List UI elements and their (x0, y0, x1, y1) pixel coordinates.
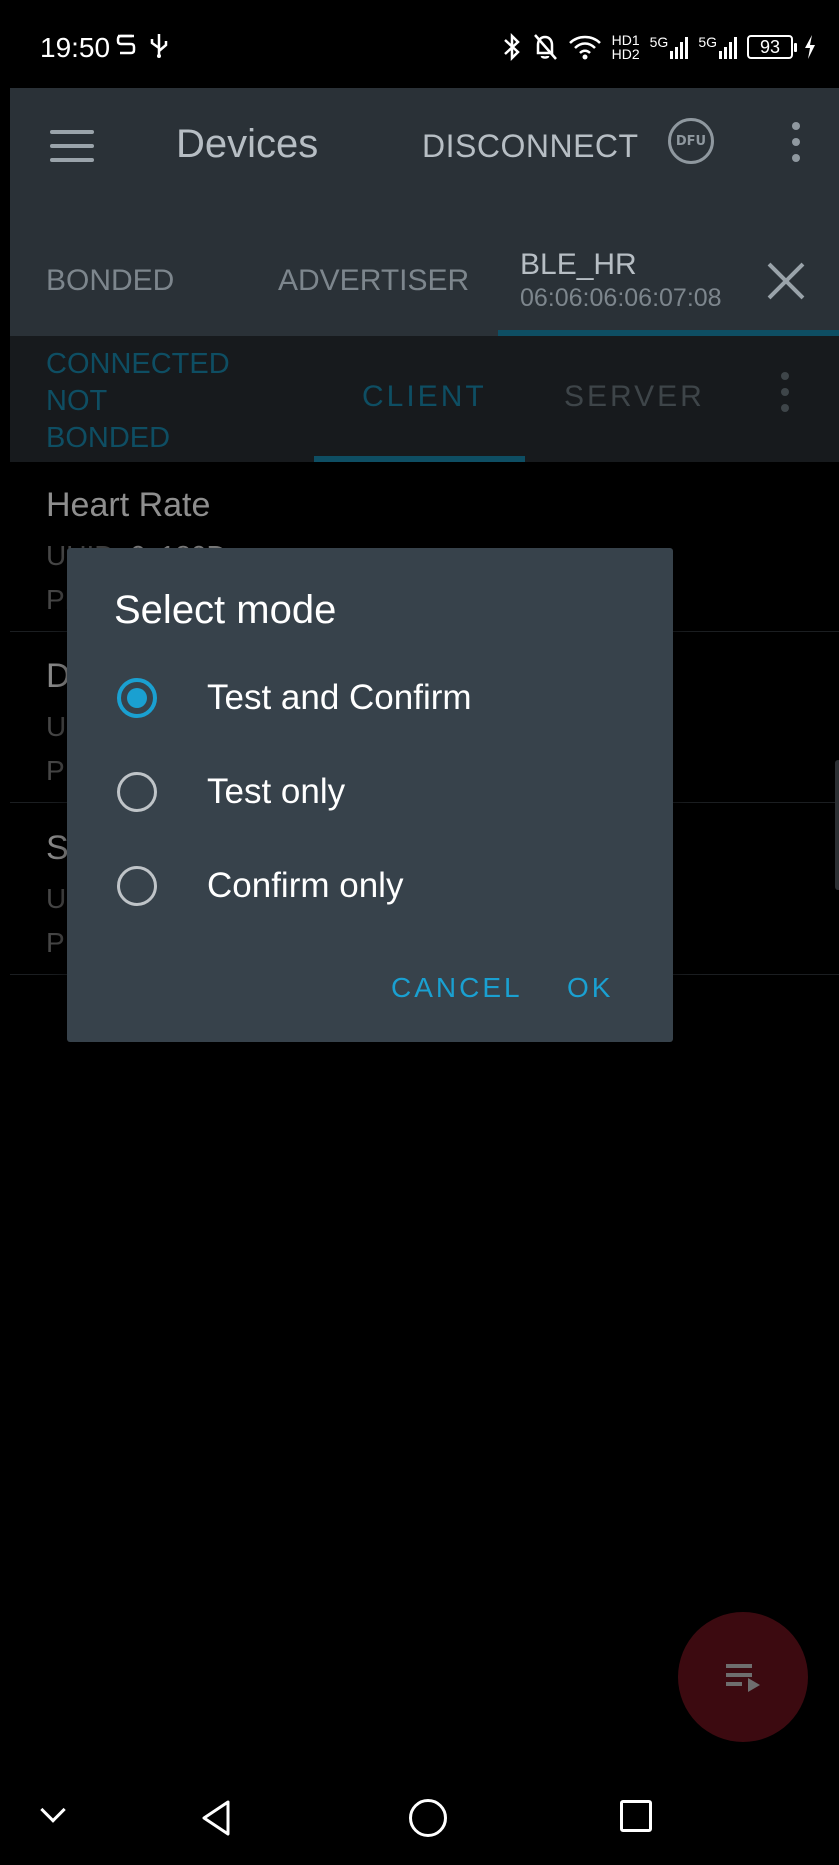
option-test-and-confirm[interactable]: Test and Confirm (67, 548, 673, 718)
usb-icon (150, 34, 168, 58)
tab-advertiser[interactable]: ADVERTISER (278, 264, 469, 298)
status-bar: 19:50 HD1 HD2 5G 5G 93 (10, 10, 839, 88)
tab-device-name[interactable]: BLE_HR (520, 248, 637, 282)
tab-device-address: 06:06:06:06:07:08 (520, 284, 722, 312)
charging-icon (805, 35, 815, 59)
signal-1: 5G (650, 35, 689, 59)
wifi-icon (568, 35, 601, 60)
navigation-bar (10, 1775, 839, 1865)
service-name: Heart Rate (46, 486, 211, 524)
option-confirm-only[interactable]: Confirm only (67, 736, 673, 906)
cancel-button[interactable]: CANCEL (391, 972, 523, 1004)
option-test-only[interactable]: Test only (67, 642, 673, 812)
edge-panel-handle[interactable] (835, 760, 839, 890)
radio-button[interactable] (117, 866, 157, 906)
screen: 19:50 HD1 HD2 5G 5G 93 Devices DISCONNEC… (10, 10, 839, 1865)
device-tabs: BONDED ADVERTISER BLE_HR 06:06:06:06:07:… (10, 210, 839, 336)
dfu-icon[interactable]: DFU (668, 118, 714, 164)
nav-back-icon[interactable] (200, 1799, 232, 1837)
bluetooth-icon (503, 32, 520, 62)
connection-status: CONNECTED NOT BONDED (46, 346, 286, 457)
service-type: P (46, 755, 65, 786)
nav-home-icon[interactable] (409, 1799, 447, 1837)
status-time: 19:50 (40, 32, 111, 63)
vpn-icon (116, 34, 136, 55)
connection-state: CONNECTED (46, 348, 230, 380)
signal-icon (719, 37, 737, 59)
option-label: Confirm only (207, 866, 404, 905)
status-left-icons (116, 32, 170, 58)
bond-state-line1: NOT (46, 385, 108, 417)
tab-bonded[interactable]: BONDED (46, 264, 174, 298)
close-icon[interactable] (765, 260, 807, 302)
more-vert-icon[interactable] (781, 372, 789, 420)
select-mode-dialog: Select mode Test and Confirm Test only C… (67, 548, 673, 1042)
nav-recents-icon[interactable] (620, 1800, 652, 1832)
more-vert-icon[interactable] (792, 122, 800, 170)
page-title: Devices (176, 122, 319, 166)
menu-icon[interactable] (50, 130, 94, 162)
tab-client[interactable]: CLIENT (362, 380, 487, 414)
nav-collapse-icon[interactable] (40, 1797, 66, 1823)
battery-icon: 93 (747, 35, 797, 59)
ok-button[interactable]: OK (567, 972, 613, 1004)
app-bar: Devices DISCONNECT DFU (10, 88, 839, 210)
bell-off-icon (533, 34, 557, 60)
service-name: S (46, 829, 69, 867)
service-type: P (46, 927, 65, 958)
status-right-icons: HD1 HD2 5G 5G 93 (502, 32, 817, 62)
signal-2: 5G (698, 35, 737, 59)
disconnect-button[interactable]: DISCONNECT (422, 128, 639, 165)
hd-indicator: HD1 HD2 (611, 32, 640, 62)
fab-button[interactable] (678, 1612, 808, 1742)
queue-play-icon (726, 1664, 762, 1694)
connection-bar: CONNECTED NOT BONDED CLIENT SERVER (10, 336, 839, 462)
signal-icon (670, 37, 689, 59)
tab-server[interactable]: SERVER (564, 380, 705, 414)
bond-state-line2: BONDED (46, 422, 171, 454)
